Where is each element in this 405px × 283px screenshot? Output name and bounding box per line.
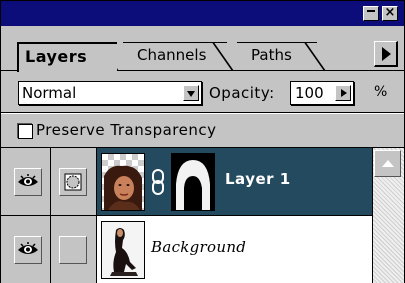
layer-thumbnail xyxy=(101,153,145,211)
opacity-label: Opacity: xyxy=(209,84,275,102)
chevron-down-icon[interactable] xyxy=(183,85,199,101)
mask-cell[interactable] xyxy=(51,216,97,283)
visibility-cell[interactable] xyxy=(1,216,51,283)
empty-link-slot[interactable] xyxy=(59,236,87,264)
layer-row[interactable]: Background xyxy=(1,216,372,283)
preserve-transparency-label[interactable]: Preserve Transparency xyxy=(36,121,216,139)
preserve-transparency-row: Preserve Transparency xyxy=(1,114,404,147)
opacity-unit: % xyxy=(374,84,388,100)
mask-cell[interactable] xyxy=(51,148,97,216)
opacity-input[interactable]: 100 xyxy=(290,81,354,105)
layer-mask-thumbnail[interactable] xyxy=(171,153,215,211)
layer-mask-icon[interactable] xyxy=(59,168,87,196)
scroll-up-arrow-icon[interactable] xyxy=(374,150,401,177)
layer-row[interactable]: Layer 1 xyxy=(1,148,372,216)
layers-list: Layer 1 Background xyxy=(1,148,372,283)
close-icon[interactable]: × xyxy=(382,6,398,21)
layer-content-cell[interactable]: Layer 1 xyxy=(97,148,372,216)
tab-channels[interactable]: Channels xyxy=(123,42,227,70)
eye-icon[interactable] xyxy=(14,236,42,264)
blend-mode-select[interactable]: Normal xyxy=(18,81,202,105)
layer-thumbnail xyxy=(101,221,145,279)
tab-layers[interactable]: Layers xyxy=(17,42,117,72)
layer-name[interactable]: Layer 1 xyxy=(225,170,291,188)
opacity-value: 100 xyxy=(295,84,324,102)
eye-icon[interactable] xyxy=(14,168,42,196)
layer-content-cell[interactable]: Background xyxy=(97,216,372,283)
layers-scrollbar[interactable] xyxy=(372,148,404,283)
tab-bar: Layers Channels Paths xyxy=(1,26,404,72)
blend-mode-value: Normal xyxy=(22,84,77,102)
visibility-cell[interactable] xyxy=(1,148,51,216)
blend-options-row: Normal Opacity: 100 % xyxy=(1,72,404,112)
palette-menu-triangle-right-icon[interactable] xyxy=(374,41,398,67)
layer-name[interactable]: Background xyxy=(151,238,246,256)
preserve-transparency-checkbox[interactable] xyxy=(18,124,33,139)
layers-palette: × Layers Channels Paths Normal Opacity: … xyxy=(0,0,405,283)
chain-link-icon[interactable] xyxy=(150,166,166,198)
minimize-icon[interactable] xyxy=(363,6,379,21)
palette-title-bar[interactable]: × xyxy=(1,1,404,26)
opacity-slider-arrow-icon[interactable] xyxy=(335,85,351,101)
